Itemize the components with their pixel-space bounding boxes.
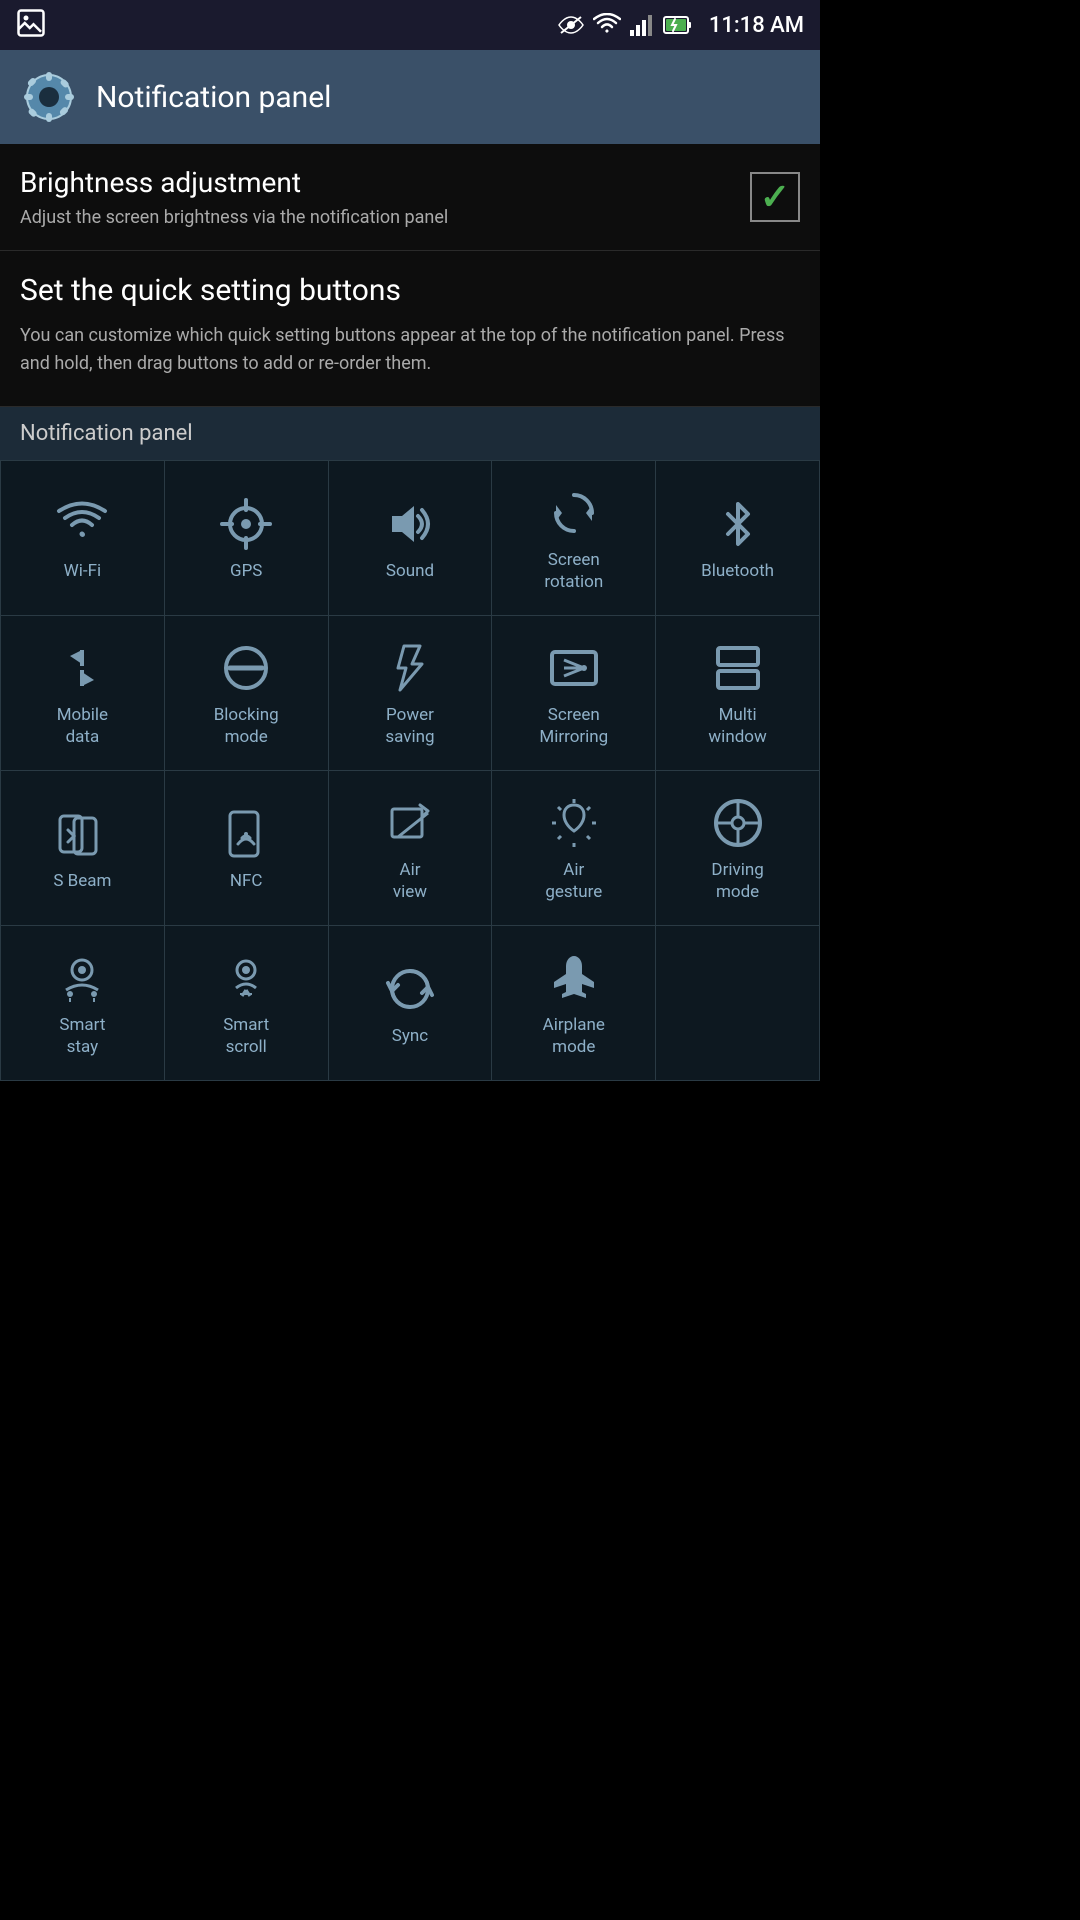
grid-item-blocking-mode[interactable]: Blockingmode [165,616,329,771]
mobile-data-label: Mobiledata [57,704,108,748]
gps-grid-icon [220,498,272,550]
grid-item-sync[interactable]: Sync [329,926,493,1081]
grid-item-screen-mirroring[interactable]: ScreenMirroring [492,616,656,771]
smart-scroll-label: Smartscroll [223,1014,269,1058]
quick-settings-description: You can customize which quick setting bu… [20,322,800,378]
sync-grid-icon [384,963,436,1015]
grid-item-power-saving[interactable]: Powersaving [329,616,493,771]
grid-item-s-beam[interactable]: S Beam [1,771,165,926]
blocking-mode-label: Blockingmode [214,704,279,748]
driving-mode-label: Drivingmode [711,859,763,903]
image-icon [16,8,46,38]
bluetooth-grid-icon [712,498,764,550]
status-time: 11:18 AM [709,13,804,38]
grid-item-empty [656,926,820,1081]
bluetooth-label: Bluetooth [701,560,774,582]
grid-item-screen-rotation[interactable]: Screenrotation [492,461,656,616]
s-beam-grid-icon [56,808,108,860]
notification-panel-label: Notification panel [0,407,820,460]
grid-item-driving-mode[interactable]: Drivingmode [656,771,820,926]
air-view-label: Airview [393,859,427,903]
grid-item-multi-window[interactable]: Multiwindow [656,616,820,771]
screen-rotation-grid-icon [548,487,600,539]
smart-stay-label: Smartstay [59,1014,105,1058]
brightness-section[interactable]: Brightness adjustment Adjust the screen … [0,144,820,251]
airplane-mode-label: Airplanemode [543,1014,605,1058]
nfc-grid-icon [220,808,272,860]
blocking-mode-grid-icon [220,642,272,694]
s-beam-label: S Beam [53,870,111,892]
status-right-icons: 11:18 AM [557,13,804,38]
wifi-label: Wi-Fi [64,560,101,582]
smart-scroll-grid-icon [220,952,272,1004]
driving-mode-grid-icon [712,797,764,849]
airplane-mode-grid-icon [548,952,600,1004]
eye-icon [557,15,585,35]
signal-icon [629,13,655,37]
screen-mirroring-grid-icon [548,642,600,694]
grid-item-smart-scroll[interactable]: Smartscroll [165,926,329,1081]
brightness-title: Brightness adjustment [20,166,448,199]
gear-icon [20,68,78,126]
gps-label: GPS [230,560,262,582]
quick-settings-grid: Wi-Fi GPS Sound Screenrotation [0,460,820,1081]
power-saving-grid-icon [384,642,436,694]
settings-gear-icon [20,68,78,126]
grid-item-mobile-data[interactable]: Mobiledata [1,616,165,771]
grid-item-gps[interactable]: GPS [165,461,329,616]
multi-window-grid-icon [712,642,764,694]
grid-item-airplane-mode[interactable]: Airplanemode [492,926,656,1081]
nfc-label: NFC [230,870,263,892]
status-bar: 11:18 AM [0,0,820,50]
screen-rotation-label: Screenrotation [544,549,603,593]
battery-icon [663,14,693,36]
grid-item-air-view[interactable]: Airview [329,771,493,926]
brightness-checkbox[interactable]: ✓ [750,172,800,222]
air-gesture-label: Airgesture [545,859,602,903]
wifi-grid-icon [56,498,108,550]
screen-mirroring-label: ScreenMirroring [539,704,608,748]
power-saving-label: Powersaving [385,704,434,748]
brightness-text: Brightness adjustment Adjust the screen … [20,166,448,228]
air-gesture-grid-icon [548,797,600,849]
grid-item-air-gesture[interactable]: Airgesture [492,771,656,926]
header-title: Notification panel [96,80,331,115]
grid-item-bluetooth[interactable]: Bluetooth [656,461,820,616]
grid-item-nfc[interactable]: NFC [165,771,329,926]
sound-label: Sound [386,560,434,582]
header: Notification panel [0,50,820,144]
smart-stay-grid-icon [56,952,108,1004]
mobile-data-grid-icon [56,642,108,694]
wifi-icon [593,13,621,37]
checkmark-icon: ✓ [760,179,790,215]
sync-label: Sync [392,1025,428,1047]
quick-settings-section: Set the quick setting buttons You can cu… [0,251,820,407]
status-left-icons [16,8,46,42]
grid-item-wifi[interactable]: Wi-Fi [1,461,165,616]
brightness-description: Adjust the screen brightness via the not… [20,207,448,228]
sound-grid-icon [384,498,436,550]
grid-item-sound[interactable]: Sound [329,461,493,616]
grid-item-smart-stay[interactable]: Smartstay [1,926,165,1081]
quick-settings-title: Set the quick setting buttons [20,273,800,308]
multi-window-label: Multiwindow [708,704,766,748]
air-view-grid-icon [384,797,436,849]
